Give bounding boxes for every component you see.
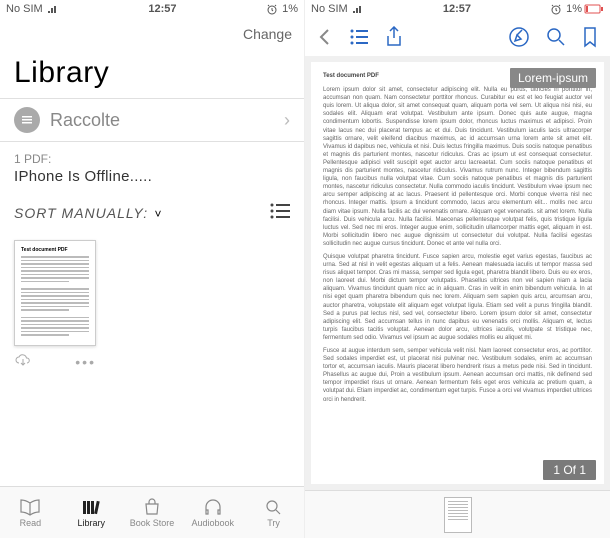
signal-icon (47, 4, 59, 14)
tab-bar: Read Library Book Store Audiobook Try (0, 486, 304, 538)
document-thumbnail[interactable]: Test document PDF (14, 240, 96, 346)
share-button[interactable] (385, 26, 403, 48)
library-screen: No SIM 12:57 1% Change Library Raccolte … (0, 0, 305, 538)
pdf-count: 1 PDF: (14, 152, 290, 166)
offline-status: IPhone Is Offline..... (14, 168, 290, 185)
battery-icon (584, 4, 604, 14)
document-view[interactable]: Lorem-ipsum Test document PDF Lorem ipsu… (305, 56, 610, 490)
document-page: Lorem-ipsum Test document PDF Lorem ipsu… (311, 62, 604, 484)
page-counter: 1 Of 1 (543, 460, 596, 480)
search-icon (263, 498, 285, 516)
thumb-actions: ••• (14, 354, 96, 373)
cloud-download-icon[interactable] (14, 354, 32, 373)
chevron-down-icon: ˅ (155, 207, 162, 221)
tab-label: Read (20, 518, 42, 528)
contents-button[interactable] (349, 28, 369, 46)
clock-label: 12:57 (443, 3, 471, 15)
tab-library[interactable]: Library (61, 487, 122, 538)
search-button[interactable] (546, 27, 566, 47)
tab-label: Book Store (130, 518, 175, 528)
markup-button[interactable] (508, 26, 530, 48)
thumb-title: Test document PDF (21, 247, 89, 253)
status-block: 1 PDF: IPhone Is Offline..... (0, 142, 304, 191)
more-icon[interactable]: ••• (75, 354, 96, 373)
sort-button[interactable]: SORT MANUALLY: ˅ (14, 205, 162, 223)
bag-icon (141, 498, 163, 516)
doc-paragraph: Quisque volutpat pharetra tincidunt. Fus… (323, 253, 592, 342)
status-bar: No SIM 12:57 1% (305, 0, 610, 18)
carrier-label: No SIM (311, 3, 348, 15)
document-name-badge: Lorem-ipsum (510, 68, 596, 88)
tab-label: Library (77, 518, 105, 528)
battery-pct-label: 1% (566, 3, 582, 15)
reader-toolbar (305, 18, 610, 56)
back-button[interactable] (317, 27, 333, 47)
signal-icon (352, 4, 364, 14)
library-icon (80, 498, 102, 516)
sort-label: SORT MANUALLY: (14, 205, 148, 221)
reader-bottom-bar (305, 490, 610, 538)
bookmark-button[interactable] (582, 26, 598, 48)
headphones-icon (202, 498, 224, 516)
carrier-label: No SIM (6, 3, 43, 15)
page-title: Library (0, 50, 304, 98)
tab-bookstore[interactable]: Book Store (122, 487, 183, 538)
tab-label: Try (267, 518, 280, 528)
clock-label: 12:57 (148, 3, 176, 15)
alarm-icon (266, 3, 278, 15)
status-bar: No SIM 12:57 1% (0, 0, 304, 18)
nav-row: Change (0, 18, 304, 50)
battery-pct-label: 1% (282, 3, 298, 15)
tab-audiobook[interactable]: Audiobook (182, 487, 243, 538)
tab-search[interactable]: Try (243, 487, 304, 538)
sort-row: SORT MANUALLY: ˅ (0, 191, 304, 230)
chevron-right-icon: › (284, 110, 290, 131)
doc-paragraph: Fusce at augue interdum sem, semper vehi… (323, 347, 592, 404)
tab-read[interactable]: Read (0, 487, 61, 538)
folder-row[interactable]: Raccolte › (0, 98, 304, 142)
doc-body: Lorem ipsum dolor sit amet, consectetur … (323, 86, 592, 404)
page-thumbnail[interactable] (444, 497, 472, 533)
book-open-icon (19, 498, 41, 516)
document-grid: Test document PDF ••• (0, 230, 304, 486)
doc-paragraph: Lorem ipsum dolor sit amet, consectetur … (323, 86, 592, 248)
list-view-icon[interactable] (270, 203, 290, 224)
alarm-icon (550, 3, 562, 15)
change-button[interactable]: Change (243, 26, 292, 42)
folder-label: Raccolte (50, 110, 284, 131)
tab-label: Audiobook (192, 518, 235, 528)
folder-icon (14, 107, 40, 133)
reader-screen: No SIM 12:57 1% Lorem-ipsum T (305, 0, 610, 538)
